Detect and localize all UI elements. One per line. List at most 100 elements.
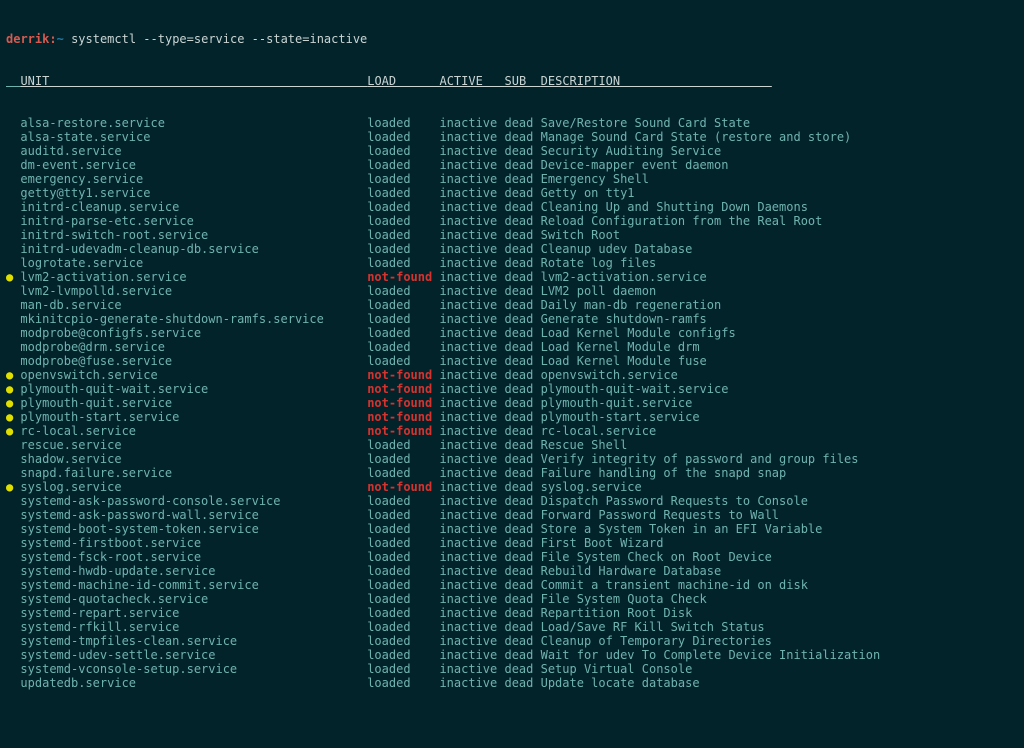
bullet-icon: ● (6, 452, 13, 466)
unit-name: logrotate.service (20, 256, 367, 270)
sub-state: dead (504, 172, 540, 186)
bullet-icon: ● (6, 466, 13, 480)
unit-name: man-db.service (20, 298, 367, 312)
bullet-icon: ● (6, 284, 13, 298)
description: File System Check on Root Device (541, 550, 772, 564)
unit-name: modprobe@drm.service (20, 340, 367, 354)
active-state: inactive (439, 648, 504, 662)
bullet-icon: ● (6, 648, 13, 662)
sub-state: dead (504, 228, 540, 242)
bullet-icon: ● (6, 424, 13, 438)
description: Wait for udev To Complete Device Initial… (541, 648, 881, 662)
load-state: not-found (367, 480, 439, 494)
active-state: inactive (439, 550, 504, 564)
load-state: loaded (367, 648, 439, 662)
description: Setup Virtual Console (541, 662, 693, 676)
active-state: inactive (439, 438, 504, 452)
table-row: ● auditd.service loaded inactive dead Se… (6, 144, 1018, 158)
bullet-icon: ● (6, 312, 13, 326)
unit-name: updatedb.service (20, 676, 367, 690)
description: plymouth-quit.service (541, 396, 693, 410)
active-state: inactive (439, 228, 504, 242)
active-state: inactive (439, 396, 504, 410)
table-row: ● plymouth-quit-wait.service not-found i… (6, 382, 1018, 396)
load-state: loaded (367, 438, 439, 452)
bullet-icon: ● (6, 662, 13, 676)
sub-state: dead (504, 606, 540, 620)
table-row: ● logrotate.service loaded inactive dead… (6, 256, 1018, 270)
description: Getty on tty1 (541, 186, 635, 200)
load-state: loaded (367, 494, 439, 508)
table-row: ● man-db.service loaded inactive dead Da… (6, 298, 1018, 312)
sub-state: dead (504, 508, 540, 522)
active-state: inactive (439, 578, 504, 592)
active-state: inactive (439, 536, 504, 550)
bullet-icon: ● (6, 396, 13, 410)
description: Manage Sound Card State (restore and sto… (541, 130, 852, 144)
sub-state: dead (504, 522, 540, 536)
description: Daily man-db regeneration (541, 298, 722, 312)
load-state: loaded (367, 158, 439, 172)
sub-state: dead (504, 592, 540, 606)
description: Commit a transient machine-id on disk (541, 578, 808, 592)
sub-state: dead (504, 368, 540, 382)
unit-name: modprobe@configfs.service (20, 326, 367, 340)
load-state: loaded (367, 676, 439, 690)
load-state: not-found (367, 382, 439, 396)
active-state: inactive (439, 116, 504, 130)
active-state: inactive (439, 312, 504, 326)
table-row: ● syslog.service not-found inactive dead… (6, 480, 1018, 494)
active-state: inactive (439, 326, 504, 340)
description: Cleanup udev Database (541, 242, 693, 256)
bullet-icon: ● (6, 606, 13, 620)
table-row: ● snapd.failure.service loaded inactive … (6, 466, 1018, 480)
table-row: ● modprobe@fuse.service loaded inactive … (6, 354, 1018, 368)
load-state: loaded (367, 172, 439, 186)
load-state: not-found (367, 368, 439, 382)
load-state: loaded (367, 312, 439, 326)
table-row: ● systemd-tmpfiles-clean.service loaded … (6, 634, 1018, 648)
sub-state: dead (504, 466, 540, 480)
bullet-icon: ● (6, 144, 13, 158)
description: Rotate log files (541, 256, 657, 270)
active-state: inactive (439, 508, 504, 522)
sub-state: dead (504, 214, 540, 228)
sub-state: dead (504, 200, 540, 214)
unit-name: initrd-switch-root.service (20, 228, 367, 242)
unit-name: snapd.failure.service (20, 466, 367, 480)
table-row: ● updatedb.service loaded inactive dead … (6, 676, 1018, 690)
table-row: ● alsa-state.service loaded inactive dea… (6, 130, 1018, 144)
bullet-icon: ● (6, 326, 13, 340)
bullet-icon: ● (6, 536, 13, 550)
terminal[interactable]: derrik:~ systemctl --type=service --stat… (0, 0, 1024, 748)
description: Cleanup of Temporary Directories (541, 634, 772, 648)
load-state: loaded (367, 340, 439, 354)
description: Generate shutdown-ramfs (541, 312, 707, 326)
sub-state: dead (504, 424, 540, 438)
sub-state: dead (504, 312, 540, 326)
active-state: inactive (439, 620, 504, 634)
bullet-icon: ● (6, 256, 13, 270)
description: Save/Restore Sound Card State (541, 116, 751, 130)
sub-state: dead (504, 676, 540, 690)
unit-name: systemd-boot-system-token.service (20, 522, 367, 536)
table-row: ● systemd-machine-id-commit.service load… (6, 578, 1018, 592)
sub-state: dead (504, 284, 540, 298)
active-state: inactive (439, 424, 504, 438)
load-state: loaded (367, 662, 439, 676)
prompt-user: derrik (6, 32, 49, 46)
unit-name: rc-local.service (20, 424, 367, 438)
active-state: inactive (439, 592, 504, 606)
description: Device-mapper event daemon (541, 158, 729, 172)
unit-name: emergency.service (20, 172, 367, 186)
table-row: ● systemd-quotacheck.service loaded inac… (6, 592, 1018, 606)
active-state: inactive (439, 466, 504, 480)
sub-state: dead (504, 578, 540, 592)
active-state: inactive (439, 662, 504, 676)
sub-state: dead (504, 130, 540, 144)
bullet-icon: ● (6, 340, 13, 354)
bullet-icon: ● (6, 242, 13, 256)
active-state: inactive (439, 634, 504, 648)
bullet-icon: ● (6, 634, 13, 648)
description: First Boot Wizard (541, 536, 664, 550)
